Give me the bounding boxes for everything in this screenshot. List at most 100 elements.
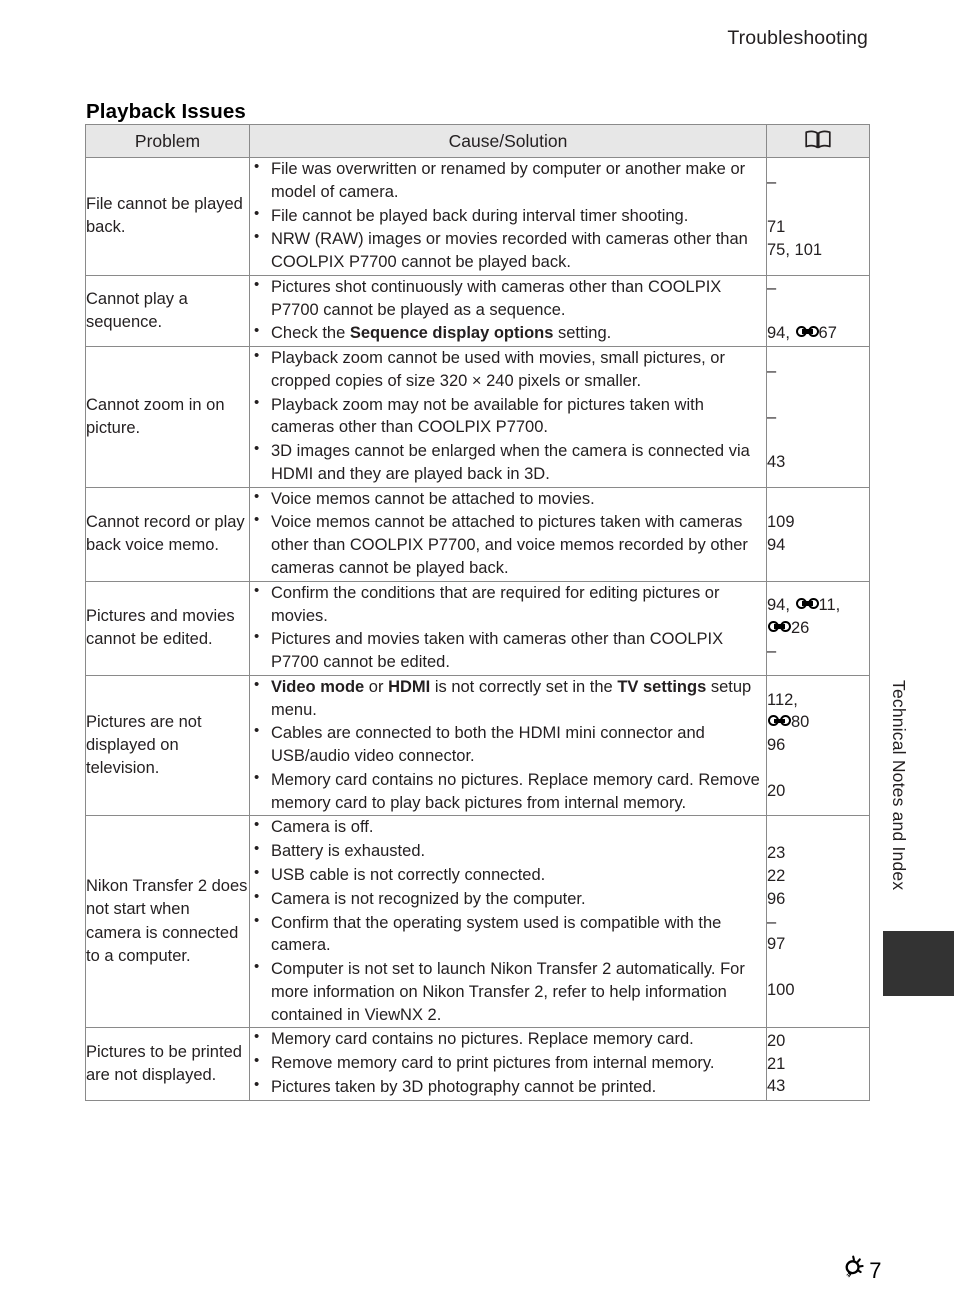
reference-page: 43 bbox=[767, 1077, 786, 1096]
running-head: Troubleshooting bbox=[727, 27, 868, 49]
cell-cause-solution: Confirm the conditions that are required… bbox=[249, 580, 767, 676]
cell-reference-pages: – 94, 67 bbox=[766, 274, 870, 348]
table-row: Pictures are not displayed on television… bbox=[85, 674, 870, 817]
reference-page: 26 bbox=[767, 617, 869, 640]
cause-list-item: Remove memory card to print pictures fro… bbox=[250, 1051, 766, 1075]
reference-page: 71 bbox=[767, 218, 786, 237]
playback-issues-table: Problem Cause/Solution File cannot be pl… bbox=[85, 124, 870, 1101]
advanced-section-icon bbox=[795, 326, 819, 339]
reference-page: 109 bbox=[767, 513, 795, 532]
reference-lines: – 71 75, 101 bbox=[767, 171, 869, 262]
reference-page: 112, bbox=[767, 690, 798, 709]
cause-list-item: Pictures shot continuously with cameras … bbox=[250, 275, 766, 322]
reference-page: 80 bbox=[767, 711, 869, 734]
cause-list: Pictures shot continuously with cameras … bbox=[250, 275, 766, 345]
table-row: Cannot record or play back voice memo.Vo… bbox=[85, 486, 870, 582]
thumb-index-label: Technical Notes and Index bbox=[889, 680, 909, 891]
reference-page: – bbox=[767, 362, 777, 380]
reference-lines: 20 21 43 bbox=[767, 1030, 869, 1098]
thumb-index-tab bbox=[883, 931, 954, 996]
cause-list: Playback zoom cannot be used with movies… bbox=[250, 346, 766, 486]
cause-list: File was overwritten or renamed by compu… bbox=[250, 157, 766, 274]
cell-problem: Cannot zoom in on picture. bbox=[85, 346, 250, 488]
cause-list-item: 3D images cannot be enlarged when the ca… bbox=[250, 439, 766, 486]
cause-list-item: Voice memos cannot be attached to pictur… bbox=[250, 510, 766, 579]
reference-page: 94, 67 bbox=[767, 324, 837, 343]
cell-problem: Cannot play a sequence. bbox=[85, 274, 250, 348]
table-row: Pictures and movies cannot be edited.Con… bbox=[85, 580, 870, 676]
reference-page: 94, 11, bbox=[767, 596, 841, 615]
advanced-section-icon bbox=[768, 620, 791, 634]
cell-reference-pages: 23 22 96 – 97 100 bbox=[766, 815, 870, 1029]
cause-list-item: NRW (RAW) images or movies recorded with… bbox=[250, 227, 766, 274]
reference-page: 96 bbox=[767, 736, 786, 755]
reference-lines: 109 94 bbox=[767, 511, 869, 557]
reference-page: – bbox=[767, 641, 777, 660]
cause-list-item: Camera is not recognized by the computer… bbox=[250, 887, 766, 911]
cause-list-item: Pictures and movies taken with cameras o… bbox=[250, 627, 766, 674]
reference-page: 20 bbox=[767, 1031, 786, 1050]
cell-problem: Cannot record or play back voice memo. bbox=[85, 486, 250, 582]
cause-list-item: Check the Sequence display options setti… bbox=[250, 321, 766, 345]
reference-lines: 94, 11, 26– bbox=[767, 594, 869, 662]
cause-list-item: File was overwritten or renamed by compu… bbox=[250, 157, 766, 204]
cause-list-item: Voice memos cannot be attached to movies… bbox=[250, 487, 766, 511]
reference-page: 100 bbox=[767, 980, 795, 999]
table-body: File cannot be played back.File was over… bbox=[85, 157, 870, 1101]
open-book-icon bbox=[805, 130, 831, 153]
reference-page: 20 bbox=[767, 781, 786, 800]
reference-lines: 23 22 96 – 97 100 bbox=[767, 842, 869, 1001]
cause-list-item: Camera is off. bbox=[250, 815, 766, 839]
cause-list: Voice memos cannot be attached to movies… bbox=[250, 487, 766, 580]
column-header-problem: Problem bbox=[85, 124, 250, 158]
cell-cause-solution: Memory card contains no pictures. Replac… bbox=[249, 1027, 767, 1101]
cell-cause-solution: Pictures shot continuously with cameras … bbox=[249, 274, 767, 348]
table-header-row: Problem Cause/Solution bbox=[85, 124, 870, 158]
cell-problem: Nikon Transfer 2 does not start when cam… bbox=[85, 815, 250, 1029]
cell-cause-solution: Voice memos cannot be attached to movies… bbox=[249, 486, 767, 582]
reference-page: – bbox=[767, 172, 777, 191]
reference-page: 97 bbox=[767, 935, 786, 954]
cell-reference-pages: 109 94 bbox=[766, 486, 870, 582]
cause-list-item: Playback zoom cannot be used with movies… bbox=[250, 346, 766, 393]
cause-list-item: Video mode or HDMI is not correctly set … bbox=[250, 675, 766, 722]
reference-page: – bbox=[767, 407, 777, 426]
reference-page: 43 bbox=[767, 453, 786, 472]
lightbulb-icon bbox=[842, 1255, 868, 1287]
cell-cause-solution: Camera is off.Battery is exhausted.USB c… bbox=[249, 815, 767, 1029]
reference-lines: 112, 80 96 20 bbox=[767, 689, 869, 803]
table-row: Cannot zoom in on picture.Playback zoom … bbox=[85, 346, 870, 488]
cause-list-item: Confirm the conditions that are required… bbox=[250, 581, 766, 628]
cell-reference-pages: – 71 75, 101 bbox=[766, 157, 870, 276]
cell-cause-solution: Playback zoom cannot be used with movies… bbox=[249, 346, 767, 488]
playback-issues-table-wrapper: Problem Cause/Solution File cannot be pl… bbox=[85, 124, 870, 1101]
cell-reference-pages: – – 43 bbox=[766, 346, 870, 488]
cause-list-item: Memory card contains no pictures. Replac… bbox=[250, 1027, 766, 1051]
page-footer: 7 bbox=[842, 1255, 882, 1287]
cell-cause-solution: File was overwritten or renamed by compu… bbox=[249, 157, 767, 276]
cause-list-item: Pictures taken by 3D photography cannot … bbox=[250, 1075, 766, 1099]
advanced-section-icon bbox=[795, 598, 819, 611]
cell-problem: Pictures are not displayed on television… bbox=[85, 674, 250, 817]
table-row: File cannot be played back.File was over… bbox=[85, 157, 870, 276]
cause-list-item: File cannot be played back during interv… bbox=[250, 204, 766, 228]
page-number: 7 bbox=[869, 1258, 882, 1283]
cause-list-item: Playback zoom may not be available for p… bbox=[250, 393, 766, 440]
cause-list-item: USB cable is not correctly connected. bbox=[250, 863, 766, 887]
column-header-cause-solution: Cause/Solution bbox=[249, 124, 767, 158]
reference-page: 23 bbox=[767, 844, 786, 863]
page-title: Playback Issues bbox=[86, 99, 246, 123]
cell-problem: File cannot be played back. bbox=[85, 157, 250, 276]
cause-list-item: Confirm that the operating system used i… bbox=[250, 911, 766, 958]
cell-problem: Pictures to be printed are not displayed… bbox=[85, 1027, 250, 1101]
cause-list: Memory card contains no pictures. Replac… bbox=[250, 1027, 766, 1099]
cause-list-item: Computer is not set to launch Nikon Tran… bbox=[250, 957, 766, 1026]
table-row: Cannot play a sequence.Pictures shot con… bbox=[85, 274, 870, 348]
reference-page: 94 bbox=[767, 536, 786, 555]
table-row: Pictures to be printed are not displayed… bbox=[85, 1027, 870, 1101]
cause-list: Camera is off.Battery is exhausted.USB c… bbox=[250, 815, 766, 1026]
reference-page: – bbox=[767, 912, 777, 931]
reference-lines: – – 43 bbox=[767, 360, 869, 474]
reference-page: 22 bbox=[767, 866, 786, 885]
cause-list: Video mode or HDMI is not correctly set … bbox=[250, 675, 766, 815]
